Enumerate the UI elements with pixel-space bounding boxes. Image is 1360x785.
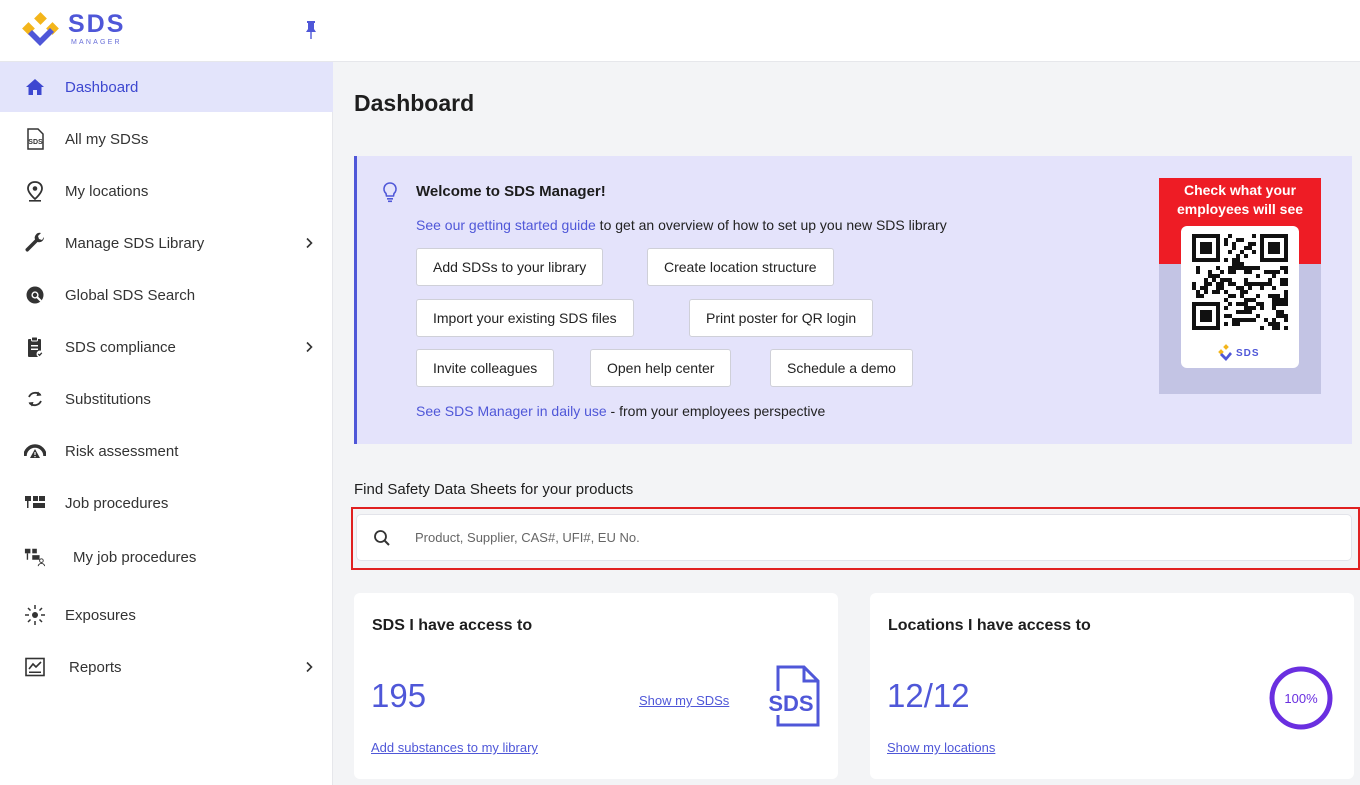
sds-document-icon: SDS xyxy=(766,665,820,727)
daily-use-description: - from your employees perspective xyxy=(606,403,826,419)
show-my-locations-link[interactable]: Show my locations xyxy=(887,740,995,755)
sidebar-item-label: Dashboard xyxy=(65,78,139,96)
sidebar-item-label: Job procedures xyxy=(65,494,169,512)
qr-code-card: SDS xyxy=(1181,226,1299,368)
sidebar-item-exposures[interactable]: Exposures xyxy=(0,590,333,640)
location-pin-icon xyxy=(24,180,46,202)
svg-text:SDS: SDS xyxy=(1236,348,1260,359)
welcome-panel: Welcome to SDS Manager! See our getting … xyxy=(354,156,1352,444)
globe-search-icon xyxy=(24,284,46,306)
sds-card-title: SDS I have access to xyxy=(372,617,533,634)
open-help-center-button[interactable]: Open help center xyxy=(590,349,732,387)
sidebar-item-substitutions[interactable]: Substitutions xyxy=(0,374,333,424)
logo-mark-icon xyxy=(22,12,59,46)
chevron-right-icon xyxy=(306,661,313,673)
pin-icon[interactable] xyxy=(303,20,319,40)
qr-promo-card[interactable]: Check what your employees will see SDS xyxy=(1159,178,1321,394)
locations-access-card: Locations I have access to 12/12 Show my… xyxy=(870,593,1354,779)
guide-text: See our getting started guide to get an … xyxy=(416,217,947,233)
locations-count: 12/12 xyxy=(887,677,970,714)
getting-started-guide-link[interactable]: See our getting started guide xyxy=(416,217,596,233)
search-icon xyxy=(374,530,390,546)
qr-logo-icon: SDS xyxy=(1218,344,1260,361)
svg-text:SDS: SDS xyxy=(768,691,813,716)
search-label: Find Safety Data Sheets for your product… xyxy=(354,481,634,498)
search-input[interactable] xyxy=(415,524,1315,551)
lightbulb-icon xyxy=(383,182,397,203)
add-substances-link[interactable]: Add substances to my library xyxy=(371,740,538,755)
sidebar-item-manage-sds-library[interactable]: Manage SDS Library xyxy=(0,218,333,268)
locations-percent: 100% xyxy=(1284,690,1318,706)
clipboard-icon xyxy=(24,336,46,358)
sidebar-item-global-sds-search[interactable]: Global SDS Search xyxy=(0,270,333,320)
create-location-structure-button[interactable]: Create location structure xyxy=(647,248,834,286)
sidebar-item-reports[interactable]: Reports xyxy=(0,642,333,692)
sidebar-item-label: Exposures xyxy=(65,606,136,624)
home-icon xyxy=(24,76,46,98)
sds-doc-icon: SDS xyxy=(24,128,46,150)
logo-text: SDS xyxy=(68,10,126,38)
search-box[interactable] xyxy=(356,514,1352,561)
show-my-sdss-link[interactable]: Show my SDSs xyxy=(639,693,729,708)
sds-manager-logo[interactable]: SDS MANAGER xyxy=(22,8,152,52)
welcome-title: Welcome to SDS Manager! xyxy=(416,183,606,200)
qr-promo-text: Check what your employees will see xyxy=(1176,182,1304,217)
sidebar-item-all-my-sdss[interactable]: SDS All my SDSs xyxy=(0,114,333,164)
print-poster-button[interactable]: Print poster for QR login xyxy=(689,299,874,337)
sidebar-item-risk-assessment[interactable]: Risk assessment xyxy=(0,426,333,476)
user-hierarchy-icon xyxy=(24,546,46,568)
sidebar: Dashboard SDS All my SDSs My locations M… xyxy=(0,62,333,785)
top-bar: SDS MANAGER xyxy=(0,0,1360,62)
sidebar-item-label: Substitutions xyxy=(65,390,151,408)
sidebar-item-label: My job procedures xyxy=(73,548,197,566)
daily-use-text: See SDS Manager in daily use - from your… xyxy=(416,403,825,419)
add-sds-button[interactable]: Add SDSs to your library xyxy=(416,248,604,286)
invite-colleagues-button[interactable]: Invite colleagues xyxy=(416,349,555,387)
wrench-icon xyxy=(24,232,46,254)
sidebar-item-sds-compliance[interactable]: SDS compliance xyxy=(0,322,333,372)
refresh-icon xyxy=(24,388,46,410)
sidebar-item-my-job-procedures[interactable]: My job procedures xyxy=(0,532,333,582)
chevron-right-icon xyxy=(306,237,313,249)
sidebar-item-label: Manage SDS Library xyxy=(65,234,205,252)
guide-description: to get an overview of how to set up you … xyxy=(595,217,947,233)
qr-code-icon xyxy=(1192,234,1288,330)
chevron-right-icon xyxy=(306,341,313,353)
svg-text:SDS: SDS xyxy=(28,139,43,146)
main-content: Dashboard Welcome to SDS Manager! See ou… xyxy=(334,62,1360,785)
chart-report-icon xyxy=(24,656,46,678)
sds-access-card: SDS I have access to 195 Show my SDSs Ad… xyxy=(354,593,838,779)
logo-subtext: MANAGER xyxy=(71,39,122,46)
sidebar-item-label: All my SDSs xyxy=(65,130,149,148)
locations-card-title: Locations I have access to xyxy=(888,617,1091,634)
sidebar-item-label: Global SDS Search xyxy=(65,286,196,304)
import-sds-files-button[interactable]: Import your existing SDS files xyxy=(416,299,634,337)
schedule-demo-button[interactable]: Schedule a demo xyxy=(770,349,913,387)
sidebar-item-label: Risk assessment xyxy=(65,442,179,460)
hierarchy-icon xyxy=(24,492,46,514)
gauge-warning-icon xyxy=(24,440,46,462)
exposure-icon xyxy=(24,604,46,626)
sidebar-item-label: Reports xyxy=(69,658,122,676)
sidebar-item-label: My locations xyxy=(65,182,149,200)
sds-count: 195 xyxy=(371,677,427,714)
sidebar-item-job-procedures[interactable]: Job procedures xyxy=(0,478,333,528)
daily-use-link[interactable]: See SDS Manager in daily use xyxy=(416,403,607,419)
sidebar-item-dashboard[interactable]: Dashboard xyxy=(0,62,333,112)
sidebar-item-label: SDS compliance xyxy=(65,338,176,356)
page-title: Dashboard xyxy=(354,90,475,116)
sidebar-item-my-locations[interactable]: My locations xyxy=(0,166,333,216)
